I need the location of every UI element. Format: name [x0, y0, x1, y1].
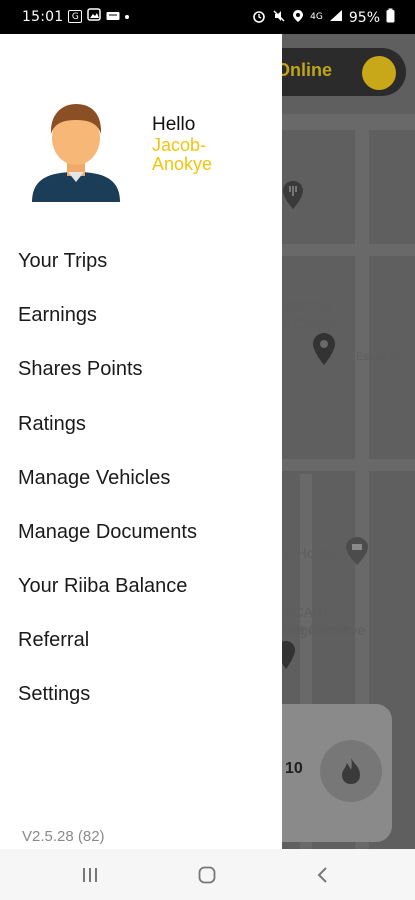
battery-icon — [386, 8, 395, 27]
online-label: Online — [276, 60, 333, 80]
greeting-text: Hello — [152, 114, 196, 135]
back-icon — [317, 866, 327, 883]
menu-item-manage-vehicles[interactable]: Manage Vehicles — [18, 463, 170, 493]
data-icon: 4G — [310, 12, 323, 22]
message-icon — [106, 9, 120, 25]
hotel-pin-icon — [345, 536, 369, 571]
menu-item-earnings[interactable]: Earnings — [18, 300, 97, 330]
map-place-label: st House — [282, 545, 338, 561]
map-street-label: Estate St — [356, 351, 401, 363]
location-icon — [292, 9, 304, 27]
map-place-label: ustomer — [282, 297, 333, 313]
menu-item-ratings[interactable]: Ratings — [18, 409, 86, 439]
menu-item-riiba-balance[interactable]: Your Riiba Balance — [18, 571, 187, 601]
home-icon — [198, 866, 216, 883]
recents-icon — [83, 867, 97, 882]
menu-item-manage-documents[interactable]: Manage Documents — [18, 517, 197, 547]
location-pin-icon — [312, 332, 336, 371]
status-bar: 15:01 G 4G 95% — [0, 0, 415, 34]
menu-item-settings[interactable]: Settings — [18, 679, 90, 709]
alarm-icon — [252, 9, 266, 27]
menu-item-your-trips[interactable]: Your Trips — [18, 246, 107, 276]
gallery-icon — [87, 8, 102, 25]
flame-icon — [342, 758, 360, 784]
notification-badge-icon: G — [68, 10, 83, 23]
map-place-label: alth Centre — [282, 621, 351, 637]
mute-icon — [272, 9, 286, 27]
dot-icon — [125, 14, 130, 19]
online-toggle-knob[interactable] — [362, 56, 396, 90]
heat-map-button[interactable] — [320, 740, 382, 802]
recents-button[interactable] — [70, 849, 110, 900]
home-button[interactable] — [187, 849, 227, 900]
system-nav-bar — [0, 849, 415, 900]
menu-item-shares-points[interactable]: Shares Points — [18, 354, 143, 384]
battery-percent: 95% — [348, 9, 380, 26]
menu-item-referral[interactable]: Referral — [18, 625, 89, 655]
card-value: 10 — [285, 760, 303, 777]
status-time: 15:01 — [22, 8, 64, 25]
app-version: V2.5.28 (82) — [22, 828, 105, 845]
map-place-label: e Centre — [282, 315, 336, 331]
avatar[interactable] — [20, 98, 132, 202]
username-text: Jacob-Anokye — [152, 135, 213, 174]
restaurant-pin-icon — [282, 180, 304, 215]
back-button[interactable] — [303, 849, 343, 900]
signal-icon — [329, 9, 343, 26]
navigation-drawer: Hello Jacob-Anokye Your Trips Earnings S… — [0, 34, 282, 849]
